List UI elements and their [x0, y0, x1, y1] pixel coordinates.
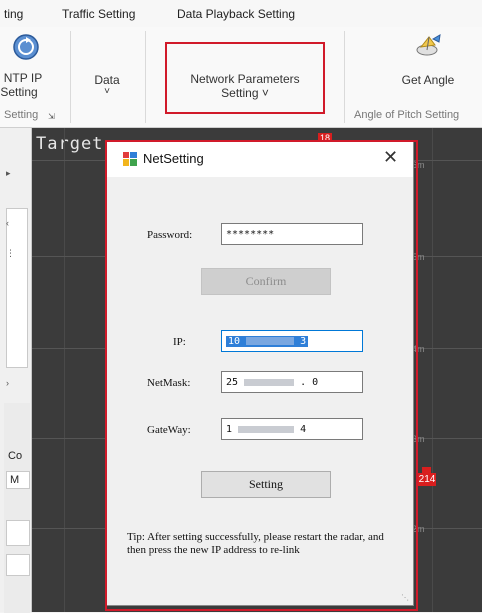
radar-gridline [432, 128, 433, 612]
scroll-grip-icon: ⋮ [6, 248, 15, 258]
tab-data-playback-setting[interactable]: Data Playback Setting [177, 7, 295, 21]
left-panel-list-box[interactable] [6, 208, 28, 368]
data-dropdown-button[interactable]: Data ˅ [82, 27, 132, 105]
dialog-highlight [105, 140, 418, 611]
ntp-ip-setting-button[interactable]: NTP IP Setting [0, 27, 54, 105]
dialog-launcher-icon[interactable]: ⇲ [48, 112, 55, 121]
ribbon-separator [344, 31, 345, 123]
chevron-right-icon[interactable]: ▸ [6, 168, 11, 179]
refresh-icon [13, 34, 39, 60]
tab-traffic-setting[interactable]: Traffic Setting [62, 7, 135, 21]
left-panel-co-label: Co [8, 450, 23, 462]
tab-setting-partial[interactable]: ting [4, 7, 23, 21]
ribbon-group-setting-label: Setting [4, 109, 39, 121]
ribbon-separator [70, 31, 71, 123]
ntp-ip-label-line1: NTP IP [3, 71, 43, 85]
left-panel-field-2[interactable] [6, 520, 30, 546]
get-angle-label: Get Angle [401, 73, 455, 87]
target-marker[interactable]: 214 [418, 467, 436, 486]
radar-gridline [64, 128, 65, 612]
get-angle-button[interactable]: Get Angle [380, 27, 470, 105]
ribbon: NTP IP Setting Data ˅ Network Parameters… [0, 27, 482, 128]
left-panel-m-field[interactable]: M [6, 471, 30, 489]
left-panel-m-label: M [10, 474, 20, 486]
radar-title: Target [36, 134, 104, 154]
chevron-right-icon-2[interactable]: › [6, 378, 9, 388]
ribbon-tab-bar: ting Traffic Setting Data Playback Setti… [0, 0, 482, 28]
left-side-panel: ▸ ‹ ⋮ › Co M [0, 128, 32, 613]
ribbon-group-angle-label: Angle of Pitch Setting [354, 109, 460, 121]
satellite-dish-icon [416, 34, 441, 56]
ribbon-separator [145, 31, 146, 123]
left-panel-field-3[interactable] [6, 554, 30, 576]
left-panel-lower-group [4, 403, 30, 613]
chevron-down-icon: ˅ [104, 86, 110, 97]
chevron-left-icon: ‹ [6, 218, 9, 228]
ntp-ip-label-line2: Setting [0, 85, 38, 99]
network-button-highlight [165, 42, 325, 114]
